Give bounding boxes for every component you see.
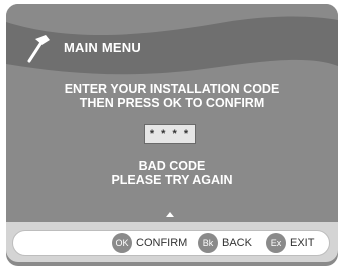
prompt-line-2: THEN PRESS OK TO CONFIRM (79, 96, 265, 110)
exit-button[interactable]: Ex EXIT (266, 233, 314, 253)
header-wave (6, 4, 338, 80)
confirm-button[interactable]: OK CONFIRM (112, 233, 187, 253)
exit-label: EXIT (290, 237, 315, 249)
page-title: MAIN MENU (64, 40, 141, 55)
confirm-label: CONFIRM (136, 237, 188, 249)
back-key-icon: Bk (198, 233, 218, 253)
error-line-1: BAD CODE (138, 159, 206, 173)
tools-icon (27, 35, 50, 63)
back-label: BACK (222, 237, 252, 249)
ok-key-icon: OK (112, 233, 132, 253)
error-line-2: PLEASE TRY AGAIN (111, 173, 233, 187)
back-button[interactable]: Bk BACK (198, 233, 252, 253)
scroll-up-icon (166, 212, 174, 217)
installation-code-input[interactable]: * * * * (144, 124, 196, 144)
prompt-line-1: ENTER YOUR INSTALLATION CODE (64, 82, 280, 96)
exit-key-icon: Ex (266, 233, 286, 253)
